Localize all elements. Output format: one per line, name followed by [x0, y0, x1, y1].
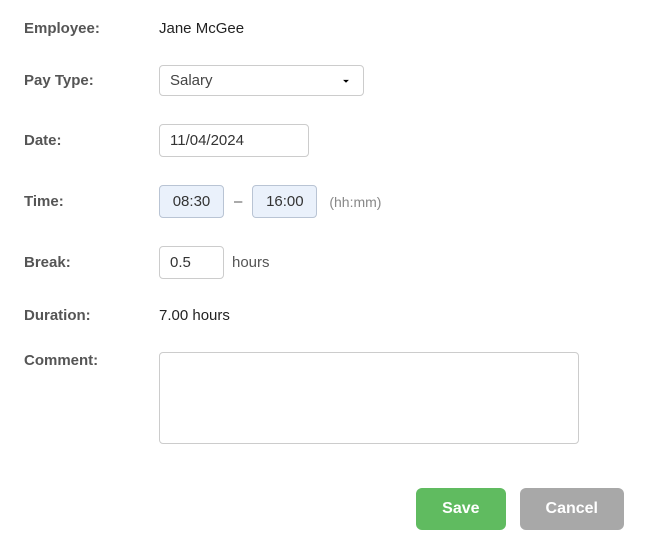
duration-value: 7.00 hours	[159, 307, 230, 324]
time-row: Time: – (hh:mm)	[24, 185, 634, 218]
button-row: Save Cancel	[24, 488, 634, 530]
break-label: Break:	[24, 254, 159, 271]
comment-label: Comment:	[24, 352, 159, 369]
duration-label: Duration:	[24, 307, 159, 324]
break-unit: hours	[232, 254, 270, 271]
pay-type-label: Pay Type:	[24, 72, 159, 89]
employee-row: Employee: Jane McGee	[24, 20, 634, 37]
employee-name: Jane McGee	[159, 20, 244, 37]
cancel-button[interactable]: Cancel	[520, 488, 624, 530]
break-row: Break: hours	[24, 246, 634, 279]
duration-row: Duration: 7.00 hours	[24, 307, 634, 324]
time-separator: –	[232, 193, 244, 210]
pay-type-row: Pay Type: Salary	[24, 65, 634, 96]
time-format-hint: (hh:mm)	[329, 194, 381, 210]
break-input[interactable]	[159, 246, 224, 279]
time-end-input[interactable]	[252, 185, 317, 218]
date-label: Date:	[24, 132, 159, 149]
pay-type-select[interactable]: Salary	[159, 65, 364, 96]
employee-label: Employee:	[24, 20, 159, 37]
date-input[interactable]	[159, 124, 309, 157]
time-start-input[interactable]	[159, 185, 224, 218]
comment-row: Comment:	[24, 352, 634, 444]
time-label: Time:	[24, 193, 159, 210]
date-row: Date:	[24, 124, 634, 157]
comment-textarea[interactable]	[159, 352, 579, 444]
save-button[interactable]: Save	[416, 488, 505, 530]
